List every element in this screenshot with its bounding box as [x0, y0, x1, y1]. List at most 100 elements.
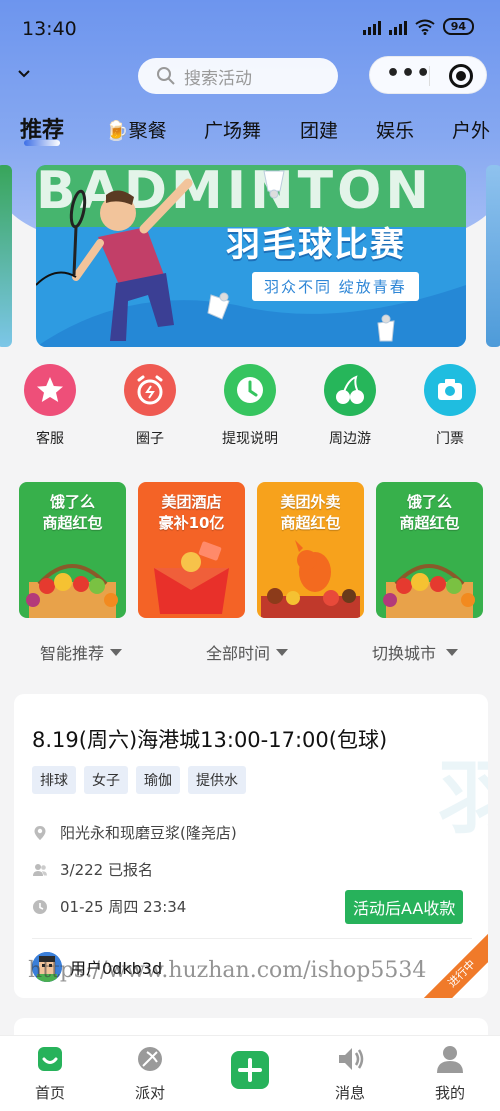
activity-title: 8.19(周六)海港城13:00-17:00(包球): [32, 728, 388, 752]
quick-entry-withdraw-info[interactable]: 提现说明: [200, 364, 300, 448]
battery-indicator: 94: [442, 18, 474, 35]
promo-card-eleme[interactable]: 饿了么 商超红包: [19, 482, 126, 618]
wifi-icon: [415, 19, 435, 35]
close-target-icon[interactable]: [449, 64, 473, 88]
quick-entry-label: 周边游: [329, 431, 371, 447]
quick-entry-nearby-tour[interactable]: 周边游: [300, 364, 400, 448]
fruit-basket-illustration: [383, 564, 475, 618]
filter-label: 智能推荐: [40, 644, 105, 663]
people-icon: [33, 863, 47, 876]
tab-entertainment[interactable]: 娱乐: [376, 116, 414, 143]
filter-label: 切换城市: [372, 644, 437, 663]
filter-time[interactable]: 全部时间: [206, 640, 289, 664]
status-time: 13:40: [22, 18, 77, 40]
promo-card-eleme-2[interactable]: 饿了么 商超红包: [376, 482, 483, 618]
quick-entry-label: 圈子: [136, 431, 164, 447]
chevron-down-icon[interactable]: [14, 64, 34, 84]
user-icon: [435, 1044, 465, 1074]
promo-line2: 商超红包: [42, 514, 103, 532]
promo-line1: 饿了么: [406, 493, 452, 511]
signal-icon: [362, 19, 381, 35]
tabbar-party[interactable]: 派对: [110, 1044, 190, 1103]
quick-entry-tickets[interactable]: 门票: [400, 364, 500, 448]
promo-line1: 美团外卖: [280, 493, 341, 511]
quick-entry-row: 客服 圈子 提现说明 周边游 门票: [0, 364, 500, 454]
camera-icon: [424, 364, 476, 416]
promo-line2: 豪补10亿: [158, 514, 225, 532]
quick-entry-label: 门票: [436, 431, 464, 447]
kangaroo-mascot-illustration: [261, 540, 360, 618]
promo-line1: 美团酒店: [161, 493, 222, 511]
quick-entry-label: 客服: [36, 431, 64, 447]
banner-title: 羽毛球比赛: [226, 225, 406, 265]
more-icon[interactable]: •••: [386, 63, 431, 85]
search-icon: [157, 67, 175, 85]
tab-dining[interactable]: 🍺聚餐: [105, 116, 167, 143]
tab-outdoor[interactable]: 户外: [452, 116, 490, 143]
category-tabs: 推荐 🍺聚餐 广场舞 团建 娱乐 户外: [0, 108, 500, 158]
activity-tag: 瑜伽: [136, 766, 180, 794]
promo-card-meituan-hotel[interactable]: 美团酒店豪补10亿: [138, 482, 245, 618]
payment-method-badge: 活动后AA收款: [345, 890, 464, 924]
plus-icon: [230, 1050, 270, 1090]
filter-city[interactable]: 切换城市: [372, 640, 459, 664]
quick-entry-service[interactable]: 客服: [0, 364, 100, 448]
quick-entry-circle[interactable]: 圈子: [100, 364, 200, 448]
cherry-icon: [324, 364, 376, 416]
organizer[interactable]: 用户0dkb3d: [32, 952, 162, 982]
avatar: [32, 952, 62, 982]
activity-signup-count: 3/222 已报名: [60, 861, 153, 879]
triangle-down-icon: [446, 648, 459, 656]
tabbar-messages[interactable]: 消息: [310, 1044, 390, 1103]
promo-line1: 饿了么: [49, 493, 95, 511]
activity-location: 阳光永和现磨豆浆(隆尧店): [60, 824, 237, 842]
clock-icon: [224, 364, 276, 416]
banner-prev-peek: [0, 165, 12, 347]
promo-line2: 商超红包: [399, 514, 460, 532]
filter-label: 全部时间: [206, 644, 271, 663]
status-badge: 进行中: [419, 931, 488, 998]
triangle-down-icon: [110, 648, 123, 656]
tab-square-dance[interactable]: 广场舞: [204, 116, 261, 143]
search-placeholder: 搜索活动: [184, 68, 252, 89]
promo-banner-row: 饿了么商超红包 美团酒店豪补10亿 美团外卖商超红包 饿了么商超红包: [0, 482, 500, 618]
bottom-tab-bar: 首页 派对 消息 我的: [0, 1035, 500, 1111]
banner-subtitle: 羽众不同 绽放青春: [252, 272, 419, 301]
tabbar-home[interactable]: 首页: [10, 1044, 90, 1103]
activity-card[interactable]: 羽 8.19(周六)海港城13:00-17:00(包球) 排球 女子 瑜伽 提供…: [14, 694, 488, 998]
promo-card-meituan-delivery[interactable]: 美团外卖 商超红包: [257, 482, 364, 618]
activity-time: 01-25 周四 23:34: [60, 898, 187, 916]
active-tab-indicator: [24, 140, 60, 146]
banner-slide[interactable]: BADMINTON 羽毛球比赛 羽众不同 绽放青春: [36, 165, 466, 347]
clock-icon: [33, 899, 47, 914]
star-icon: [24, 364, 76, 416]
tabbar-profile[interactable]: 我的: [410, 1044, 490, 1103]
card-background-decoration: 羽: [438, 752, 488, 845]
tabbar-label: 首页: [34, 1084, 65, 1102]
status-bar: 13:40 94: [0, 0, 500, 56]
search-input[interactable]: 搜索活动: [138, 58, 338, 94]
triangle-down-icon: [276, 648, 289, 656]
activity-time-row: 01-25 周四 23:34: [32, 896, 186, 917]
activity-tag: 排球: [32, 766, 76, 794]
quick-entry-label: 提现说明: [222, 431, 278, 447]
tabbar-label: 消息: [334, 1084, 365, 1102]
activity-tags: 排球 女子 瑜伽 提供水: [32, 766, 246, 794]
alarm-clock-icon: [124, 364, 176, 416]
filter-smart-sort[interactable]: 智能推荐: [40, 640, 123, 664]
promo-line2: 商超红包: [280, 514, 341, 532]
top-bar: 搜索活动 •••: [0, 56, 500, 96]
filter-bar: 智能推荐 全部时间 切换城市: [0, 636, 500, 666]
activity-location-row: 阳光永和现磨豆浆(隆尧店): [32, 822, 237, 843]
home-icon: [35, 1044, 65, 1074]
speaker-icon: [335, 1044, 365, 1074]
signal-icon: [388, 19, 407, 35]
banner-next-peek: [486, 165, 500, 347]
banner-carousel[interactable]: BADMINTON 羽毛球比赛 羽众不同 绽放青春: [0, 165, 500, 347]
tabbar-label: 派对: [134, 1084, 165, 1102]
organizer-name: 用户0dkb3d: [70, 959, 163, 978]
tab-team-building[interactable]: 团建: [300, 116, 338, 143]
tabbar-label: 我的: [434, 1084, 465, 1102]
tabbar-create[interactable]: [210, 1050, 290, 1098]
activity-tag: 女子: [84, 766, 128, 794]
